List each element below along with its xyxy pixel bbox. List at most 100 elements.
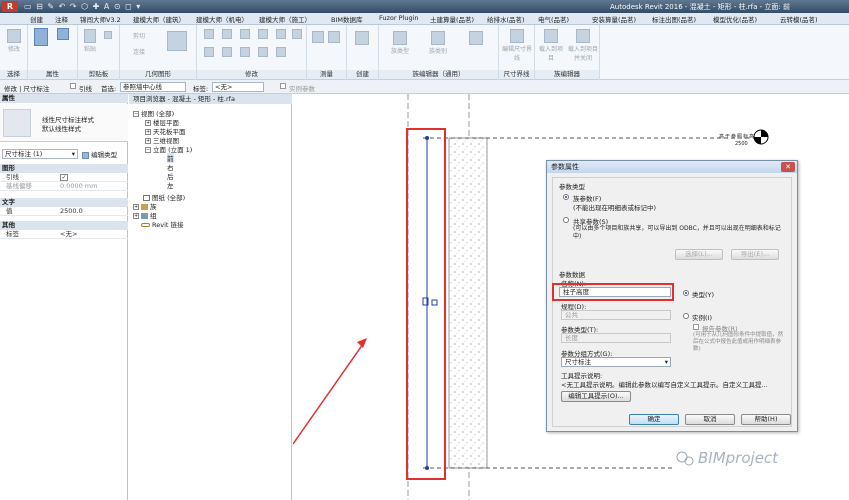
tab-model-opt-pinming[interactable]: 模型优化(品茗) bbox=[713, 14, 757, 24]
type-radio[interactable] bbox=[683, 290, 689, 296]
create-icon bbox=[355, 31, 369, 45]
section-text: 文字 bbox=[0, 198, 128, 207]
ribbon-group-geometry: 剪切 连接 几何图形 bbox=[120, 25, 197, 80]
ruler-icon bbox=[312, 31, 324, 43]
instance-selector[interactable]: 尺寸标注 (1) ▾ bbox=[2, 149, 78, 159]
load-project-close-label: 载入到项目并关闭 bbox=[567, 46, 598, 62]
cut-button[interactable] bbox=[100, 31, 116, 40]
copy-button[interactable] bbox=[275, 29, 287, 40]
tab-modeling-arch[interactable]: 建模大师（建筑） bbox=[133, 14, 185, 24]
close-icon[interactable]: ✕ bbox=[781, 162, 795, 172]
measure-button[interactable] bbox=[311, 31, 325, 44]
type-selector[interactable]: 线性尺寸标注样式 默认线性样式 bbox=[0, 104, 128, 142]
export-button[interactable]: 导出(E)... bbox=[731, 249, 779, 260]
create-similar-button[interactable] bbox=[353, 31, 371, 46]
family-types-ribbon-button[interactable]: 族类型 bbox=[383, 31, 417, 55]
tab-cloud-pinming[interactable]: 云转模(品茗) bbox=[780, 14, 818, 24]
ribbon-group-create: 创建 bbox=[347, 25, 379, 80]
report-param-checkbox[interactable] bbox=[693, 324, 699, 330]
quick-access-toolbar[interactable]: ▭ ⊟ ✎ ↶ ↷ ⬡ ✚ A ⊙ ◻ ▾ bbox=[24, 2, 141, 11]
instance-selector-text: 尺寸标注 (1) bbox=[5, 150, 43, 158]
split-button[interactable] bbox=[239, 47, 251, 58]
properties-palette: 属性 线性尺寸标注样式 默认线性样式 尺寸标注 (1) ▾ 编辑类型 图形 引线… bbox=[0, 94, 128, 500]
paste-button[interactable]: 粘贴 bbox=[82, 29, 98, 53]
cut-geometry-button[interactable]: 剪切 bbox=[124, 31, 154, 40]
prop-key: 基线偏移 bbox=[6, 182, 32, 190]
tab-electrical-pinming[interactable]: 电气(品茗) bbox=[538, 14, 569, 24]
edit-witness-lines-button[interactable]: 编辑尺寸界线 bbox=[502, 29, 532, 62]
rotate-button[interactable] bbox=[203, 47, 215, 58]
arrow-pointer-icon bbox=[7, 29, 21, 43]
family-param-radio[interactable] bbox=[563, 194, 569, 200]
array-button[interactable] bbox=[257, 47, 269, 58]
tab-install-pinming[interactable]: 安装算量(品茗) bbox=[592, 14, 636, 24]
cancel-button[interactable]: 取消 bbox=[685, 414, 735, 425]
geometry-tools-button[interactable] bbox=[164, 31, 190, 52]
ribbon-group-family-editor-general: 族类型 族类别 族编辑器（通用） bbox=[379, 25, 499, 80]
tree-item-left[interactable]: 左 bbox=[167, 180, 174, 190]
edit-tooltip-button[interactable]: 编辑工具提示(O)... bbox=[561, 391, 631, 402]
level-head-fill bbox=[754, 137, 761, 144]
tab-plumbing-pinming[interactable]: 给排水(品茗) bbox=[487, 14, 525, 24]
family-tool-button[interactable] bbox=[459, 31, 493, 46]
prop-value[interactable]: <无> bbox=[60, 230, 77, 239]
move-icon bbox=[258, 29, 268, 39]
tab-modeling-construction[interactable]: 建模大师（施工） bbox=[259, 14, 311, 24]
level-value[interactable]: 2500 bbox=[735, 141, 748, 147]
group-select[interactable]: 尺寸标注 ▾ bbox=[561, 357, 671, 367]
tab-modeling-mep[interactable]: 建模大师（机电） bbox=[196, 14, 248, 24]
tree-item-revit-links[interactable]: Revit 链接 bbox=[141, 219, 184, 229]
select-button[interactable]: 选择(L)... bbox=[675, 249, 723, 260]
shared-param-desc: (可以由多个项目和族共享，可以导出到 ODBC，并且可以出现在明细表和标记中) bbox=[573, 225, 781, 240]
modify-button[interactable]: 修改 bbox=[3, 29, 25, 53]
leader-checkbox-prop[interactable]: ✓ bbox=[60, 174, 68, 181]
collapse-icon[interactable]: − bbox=[145, 147, 151, 153]
dimension-button[interactable] bbox=[327, 31, 341, 44]
tab-jinchuang[interactable]: 锦闯大师V3.2 bbox=[80, 14, 121, 24]
concrete-column[interactable] bbox=[448, 137, 488, 469]
tab-civil-pinming[interactable]: 土建算量(品茗) bbox=[430, 14, 474, 24]
family-category-button[interactable]: 族类别 bbox=[421, 31, 455, 55]
trim-button[interactable] bbox=[221, 47, 233, 58]
tab-dimension-pinming[interactable]: 标注出图(品茗) bbox=[652, 14, 696, 24]
tab-bim-database[interactable]: BIM数据库 bbox=[331, 14, 362, 24]
instance-radio[interactable] bbox=[683, 313, 689, 319]
rotate-icon bbox=[204, 47, 214, 57]
properties-button[interactable] bbox=[32, 28, 50, 47]
help-button[interactable]: 帮助(H) bbox=[741, 414, 791, 425]
ribbon-group-select: 修改 选择 bbox=[0, 25, 28, 80]
join-geometry-button[interactable]: 连接 bbox=[124, 47, 154, 56]
tab-fuzor[interactable]: Fuzor Plugin bbox=[379, 14, 419, 22]
scale-button[interactable] bbox=[275, 47, 287, 58]
family-types-button[interactable] bbox=[54, 28, 72, 41]
load-into-project-close-button[interactable]: 载入到项目并关闭 bbox=[567, 29, 599, 62]
mirror-button[interactable] bbox=[239, 29, 251, 40]
delete-button[interactable] bbox=[291, 29, 303, 40]
prop-value: 0.0000 mm bbox=[60, 182, 98, 190]
leader-checkbox[interactable] bbox=[70, 83, 76, 89]
scissors-icon bbox=[104, 31, 112, 39]
ribbon-group-modify: 修改 bbox=[197, 25, 307, 80]
ok-button[interactable]: 确定 bbox=[629, 414, 679, 425]
load-into-project-button[interactable]: 载入到项目 bbox=[537, 29, 565, 62]
param-type-select[interactable]: 长度 bbox=[561, 333, 671, 343]
instance-param-checkbox[interactable] bbox=[280, 83, 286, 89]
align-button[interactable] bbox=[203, 29, 215, 40]
move-button[interactable] bbox=[257, 29, 269, 40]
edit-type-label: 编辑类型 bbox=[91, 151, 118, 159]
preference-select[interactable]: 参照墙中心线 bbox=[120, 82, 186, 92]
prop-value[interactable]: 2500.0 bbox=[60, 207, 83, 216]
tab-annotate[interactable]: 注释 bbox=[55, 14, 68, 24]
expand-icon[interactable]: + bbox=[133, 213, 139, 219]
shared-param-radio[interactable] bbox=[563, 217, 569, 223]
offset-button[interactable] bbox=[221, 29, 233, 40]
dimension-icon bbox=[328, 31, 340, 43]
revit-app-icon[interactable]: R bbox=[2, 1, 18, 12]
edit-type-button[interactable]: 编辑类型 bbox=[82, 149, 117, 159]
label-select[interactable]: <无> bbox=[212, 82, 264, 92]
tab-create[interactable]: 创建 bbox=[30, 14, 43, 24]
label-label: 标签: bbox=[193, 85, 209, 93]
level-name[interactable]: 高于参照标高 bbox=[719, 133, 755, 140]
collapse-icon[interactable]: − bbox=[133, 111, 139, 117]
discipline-select[interactable]: 公共 bbox=[561, 310, 671, 320]
